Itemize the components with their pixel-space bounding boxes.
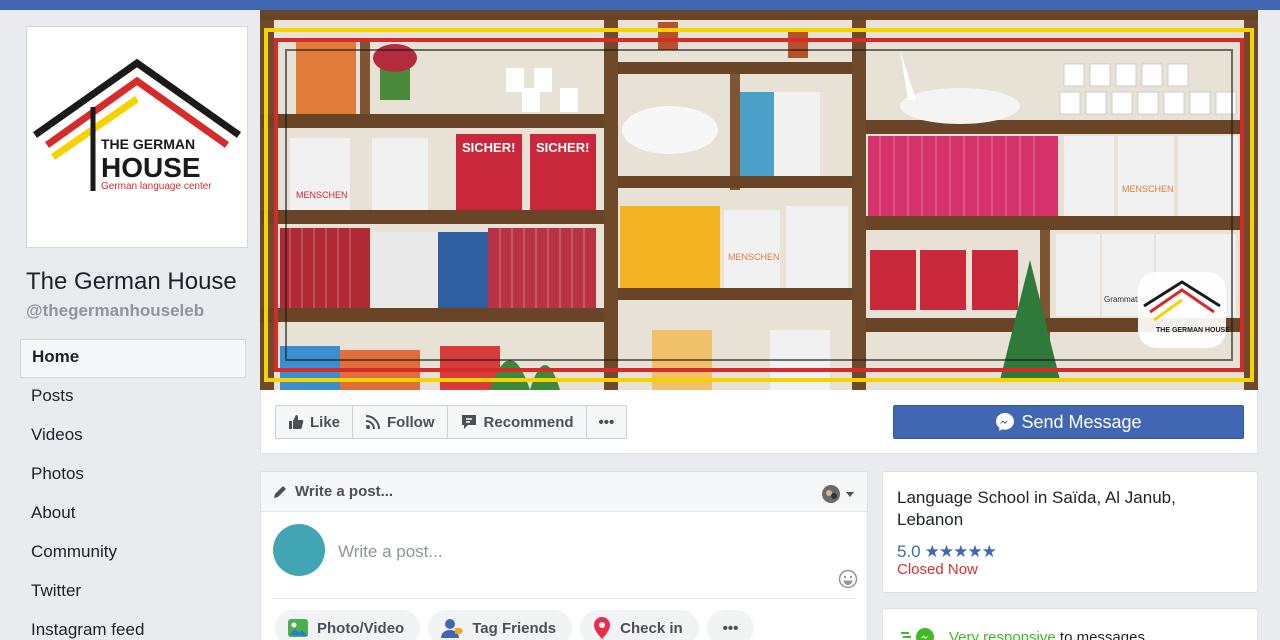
composer-actions: Photo/Video Tag Friends Check in ••• [275,610,755,640]
tag-friends-button[interactable]: Tag Friends [428,610,573,640]
profile-picture[interactable]: THE GERMAN HOUSE German language center [26,26,248,248]
responsiveness-row: Very responsive to messages [901,627,1145,640]
book-label-menschen-1: MENSCHEN [296,190,348,200]
nav-item-twitter[interactable]: Twitter [20,573,246,612]
responsiveness-text: to messages [1059,628,1145,640]
logo-tagline: German language center [101,181,212,192]
book-label-menschen-2: MENSCHEN [728,252,780,262]
nav-item-posts[interactable]: Posts [20,378,246,417]
page-category[interactable]: Language School in Saïda, Al Janub, Leba… [897,487,1237,531]
check-in-label: Check in [620,619,683,637]
post-as-selector[interactable] [821,484,855,504]
book-label-menschen-3: MENSCHEN [1122,184,1174,194]
avatar [273,524,325,576]
nav-item-videos[interactable]: Videos [20,417,246,456]
thumbs-up-icon [289,415,304,429]
emoji-icon[interactable] [838,569,858,594]
messenger-icon [996,413,1015,431]
like-button[interactable]: Like [275,405,354,439]
page-action-buttons: Like Follow Recommend ••• [275,405,628,439]
page-nav: Home Posts Videos Photos About Community… [20,339,246,640]
tag-friends-label: Tag Friends [472,619,557,637]
nav-item-about[interactable]: About [20,495,246,534]
top-nav-bar [0,0,1280,10]
tag-friends-icon [441,619,464,638]
location-pin-icon [594,617,611,639]
messenger-fast-icon [901,628,934,640]
nav-item-instagram-feed[interactable]: Instagram feed [20,612,246,640]
more-composer-options-label: ••• [722,619,739,637]
page-title: The German House [26,268,237,295]
cover-watermark-text: THE GERMAN HOUSE [1156,327,1230,334]
chevron-down-icon [846,492,854,497]
photo-video-label: Photo/Video [317,619,405,637]
photo-video-button[interactable]: Photo/Video [275,610,421,640]
follow-label: Follow [387,413,435,431]
send-message-button[interactable]: Send Message [893,405,1244,439]
status-badge: Closed Now [897,561,978,578]
page-action-bar: Like Follow Recommend ••• Send Message [260,390,1258,454]
recommend-button[interactable]: Recommend [446,405,587,439]
logo-line2: HOUSE [101,152,201,183]
star-rating-icon: ★★★★★ [924,542,997,561]
more-actions-button[interactable]: ••• [585,405,628,439]
send-message-label: Send Message [1021,411,1142,432]
cover-photo[interactable]: SICHER! SICHER! MENSCHEN MENSCHEN MENSCH… [260,10,1258,390]
check-in-button[interactable]: Check in [580,610,699,640]
pencil-icon [274,485,286,498]
logo-line1: THE GERMAN [101,136,195,152]
nav-item-photos[interactable]: Photos [20,456,246,495]
composer-divider [273,598,855,599]
rss-follow-icon [365,415,381,430]
page-info-card: Language School in Saïda, Al Janub, Leba… [882,471,1258,593]
responsiveness-highlight: Very responsive [949,628,1056,640]
rating-value: 5.0 [897,542,921,561]
page-handle[interactable]: @thegermanhouseleb [26,301,204,321]
more-composer-options-button[interactable]: ••• [706,610,755,640]
photo-icon [288,619,308,637]
responsiveness-card: Very responsive to messages [882,608,1258,640]
follow-button[interactable]: Follow [352,405,448,439]
nav-item-community[interactable]: Community [20,534,246,573]
page-rating[interactable]: 5.0 ★★★★★ [897,542,997,562]
book-label-sicher-1: SICHER! [462,140,515,155]
composer-title: Write a post... [295,483,394,500]
speech-bubble-icon [461,415,476,429]
composer-header[interactable]: Write a post... [261,472,867,512]
nav-item-home[interactable]: Home [20,339,246,378]
like-label: Like [310,413,341,431]
post-as-avatar-icon [822,485,840,503]
composer-input[interactable]: Write a post... [338,542,443,562]
recommend-label: Recommend [483,413,574,431]
book-label-sicher-2: SICHER! [536,140,589,155]
more-actions-label: ••• [598,413,615,431]
post-composer: Write a post... Write a post... Photo/Vi… [260,471,868,640]
